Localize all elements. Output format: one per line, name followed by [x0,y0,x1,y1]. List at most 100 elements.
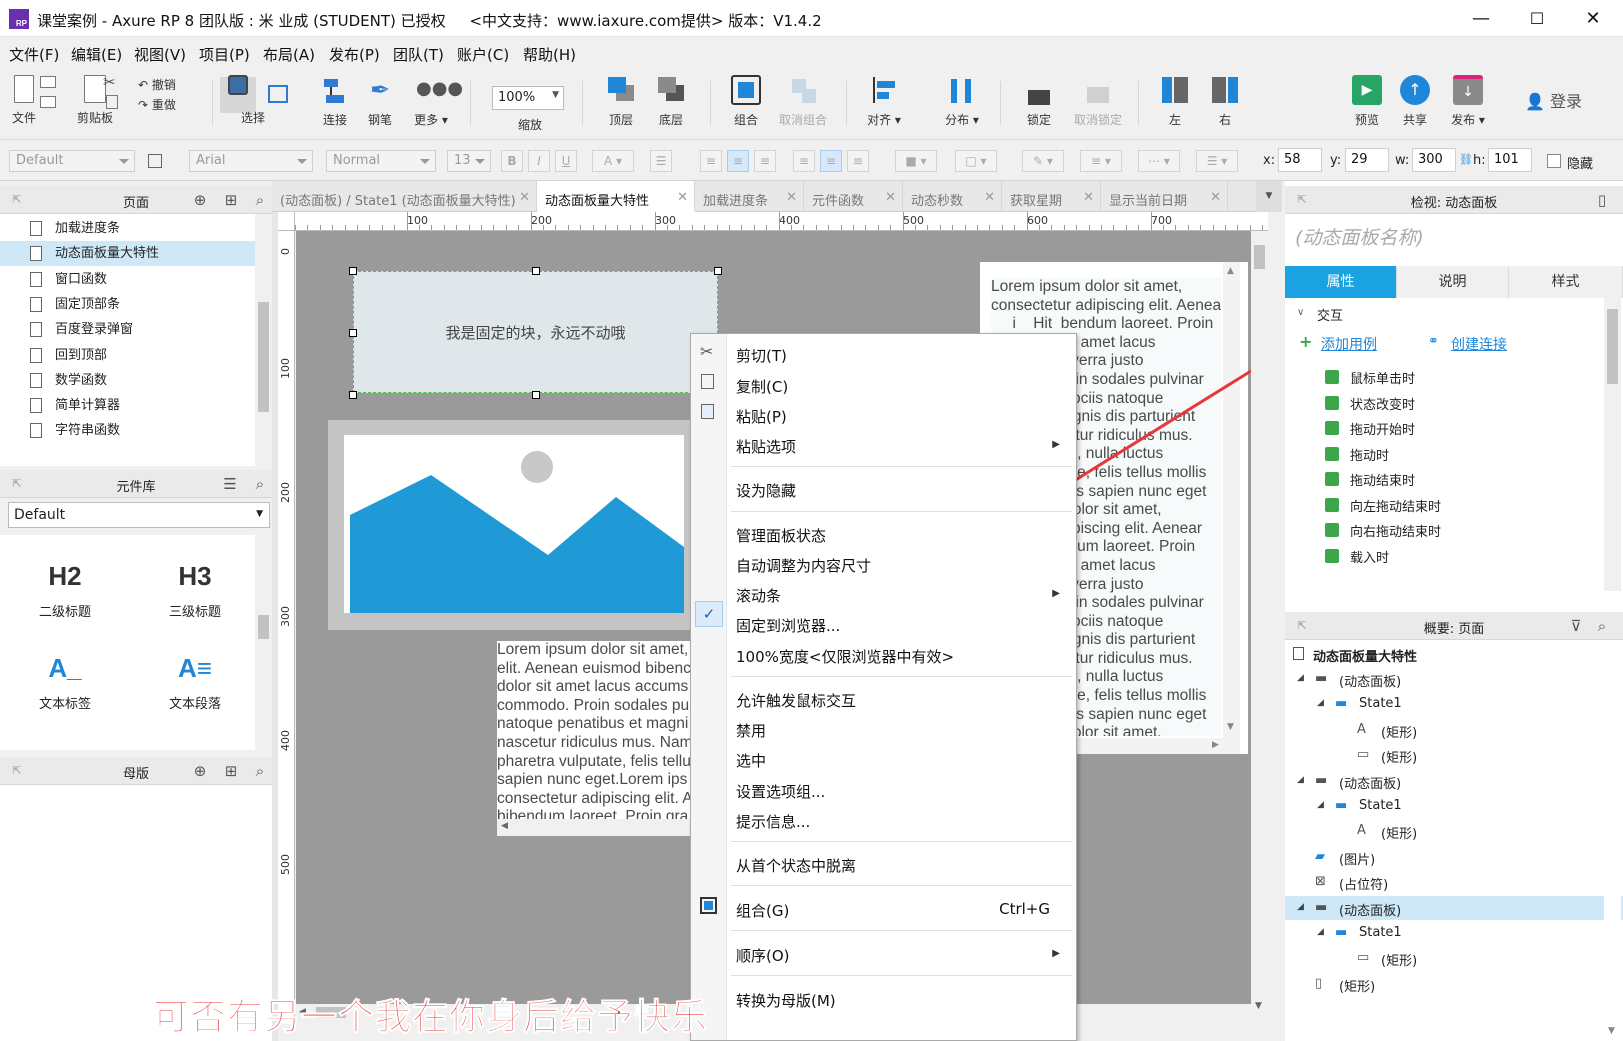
fill-color-button[interactable]: ■ ▾ [895,150,937,172]
outline-item[interactable]: State1 [1359,798,1402,813]
open-icon[interactable] [40,96,56,108]
align-right-button[interactable]: 右 [1210,75,1240,137]
close-button[interactable]: ✕ [1565,0,1621,37]
share-button[interactable]: ↑ 共享 [1398,75,1432,137]
expand-icon[interactable]: ◢ [1317,698,1324,708]
valign-bottom-button[interactable]: ≡ [847,150,869,172]
search-icon[interactable]: ⌕ [251,475,269,493]
outline-item[interactable]: (动态面板) [1339,900,1401,919]
menu-item-tooltip[interactable]: 提示信息... [736,811,810,832]
underline-button[interactable]: U [555,150,577,172]
close-tab-icon[interactable]: ✕ [519,190,530,205]
menu-item-full-width[interactable]: 100%宽度<仅限浏览器中有效> [736,646,954,667]
outline-item[interactable]: (矩形) [1381,823,1417,842]
line-color-button[interactable]: ✎ ▾ [1022,150,1064,172]
expand-icon[interactable]: ◢ [1297,775,1304,785]
page-item[interactable]: 固定顶部条 [0,292,260,317]
add-folder-icon[interactable]: ⊞ [222,762,240,780]
outline-scrollbar[interactable]: ▼ [1604,640,1621,1041]
cut-icon[interactable]: ✂ [103,73,116,91]
event-6[interactable]: 向右拖动结束时 [1350,521,1441,540]
menu-item-selected[interactable]: 选中 [736,750,766,771]
library-scroll-thumb[interactable] [258,615,269,639]
distribute-button[interactable]: 分布 ▾ [942,75,982,137]
page-item[interactable]: 百度登录弹窗 [0,317,260,342]
menu-item-manage-states[interactable]: 管理面板状态 [736,525,826,546]
font-color-button[interactable]: A ▾ [592,150,634,172]
menu-item-convert-master[interactable]: 转换为母版(M) [736,990,836,1011]
menu-publish[interactable]: 发布(P) [329,44,380,65]
search-icon[interactable]: ⌕ [251,191,269,209]
pages-scroll-thumb[interactable] [258,302,269,412]
menu-layout[interactable]: 布局(A) [263,44,315,65]
arrow-style-button[interactable]: ☰ ▾ [1196,150,1238,172]
menu-icon[interactable]: ☰ [221,475,239,493]
event-0[interactable]: 鼠标单击时 [1350,368,1415,387]
valign-middle-button[interactable]: ≡ [820,150,842,172]
valign-top-button[interactable]: ≡ [793,150,815,172]
connect-tool[interactable]: 连接 [318,75,352,137]
pages-scrollbar[interactable] [255,214,272,466]
menu-item-auto-fit[interactable]: 自动调整为内容尺寸 [736,555,871,576]
y-input[interactable]: 29 [1345,148,1389,172]
event-5[interactable]: 向左拖动结束时 [1350,496,1441,515]
menu-item-scrollbars[interactable]: 滚动条 [736,585,781,606]
bullet-list-button[interactable]: ☰ [650,150,672,172]
align-right-text-button[interactable]: ≡ [754,150,776,172]
line-style-button[interactable]: ⋯ ▾ [1138,150,1180,172]
bold-button[interactable]: B [501,150,523,172]
menu-item-option-group[interactable]: 设置选项组... [736,781,825,802]
page-item[interactable]: 动态面板量大特性 [0,241,260,267]
event-3[interactable]: 拖动时 [1350,445,1389,464]
pen-tool[interactable]: ✒ 钢笔 [362,75,398,137]
canvas-vertical-scrollbar[interactable]: ▼ [1251,231,1268,1021]
menu-item-pin-to-browser[interactable]: 固定到浏览器... [736,615,840,636]
close-tab-icon[interactable]: ✕ [1083,190,1094,205]
close-tab-icon[interactable]: ✕ [786,190,797,205]
outline-item[interactable]: State1 [1359,925,1402,940]
shadow-button[interactable]: □ ▾ [955,150,997,172]
menu-item-allow-mouse[interactable]: 允许触发鼠标交互 [736,690,856,711]
lock-ratio-icon[interactable]: ⛓ [1459,153,1473,166]
menu-view[interactable]: 视图(V) [134,44,186,65]
outline-item[interactable]: (占位符) [1339,874,1388,893]
event-2[interactable]: 拖动开始时 [1350,419,1415,438]
style-edit-icon[interactable] [148,154,162,168]
minimize-button[interactable]: — [1453,0,1509,37]
tab-properties[interactable]: 属性 [1285,266,1397,298]
tab-notes[interactable]: 说明 [1397,266,1509,298]
expand-icon[interactable]: ◢ [1317,800,1324,810]
inspector-scroll-thumb[interactable] [1607,309,1618,384]
menu-account[interactable]: 账户(C) [457,44,509,65]
menu-item-cut[interactable]: 剪切(T) [736,345,787,366]
widget-h2[interactable]: H2 二级标题 [10,561,120,620]
close-tab-icon[interactable]: ✕ [1210,190,1221,205]
menu-item-group[interactable]: 组合(G) [736,900,789,921]
outline-item[interactable]: (矩形) [1381,722,1417,741]
page-item[interactable]: 窗口函数 [0,267,260,292]
menu-help[interactable]: 帮助(H) [523,44,576,65]
scroll-down-icon[interactable]: ▼ [1608,1026,1615,1036]
add-folder-icon[interactable]: ⊞ [222,191,240,209]
menu-item-copy[interactable]: 复制(C) [736,376,788,397]
tab-5[interactable]: 获取星期 ✕ [1002,181,1101,212]
align-left-text-button[interactable]: ≡ [700,150,722,172]
expand-icon[interactable]: ◢ [1297,673,1304,683]
tab-3[interactable]: 元件函数 ✕ [804,181,903,212]
new-file-icon[interactable] [14,75,34,103]
menu-item-disable[interactable]: 禁用 [736,720,766,741]
notes-icon[interactable]: ▯ [1593,191,1611,209]
scroll-down-icon[interactable]: ▼ [1255,1001,1262,1011]
widget-label[interactable]: A_ 文本标签 [10,653,120,712]
outline-item[interactable]: (图片) [1339,849,1375,868]
send-back-button[interactable]: 底层 [654,75,688,137]
menu-edit[interactable]: 编辑(E) [71,44,122,65]
zoom-select[interactable]: 100% ▼ [492,86,564,110]
menu-item-set-hidden[interactable]: 设为隐藏 [736,480,796,501]
font-size-select[interactable]: 13 [447,150,491,172]
tab-0[interactable]: (动态面板) / State1 (动态面板量大特性) ✕ [272,181,537,212]
tab-4[interactable]: 动态秒数 ✕ [903,181,1002,212]
publish-button[interactable]: ↓ 发布 ▾ [1448,75,1488,137]
h-input[interactable]: 101 [1488,148,1532,172]
filter-icon[interactable]: ⊽ [1567,617,1585,635]
